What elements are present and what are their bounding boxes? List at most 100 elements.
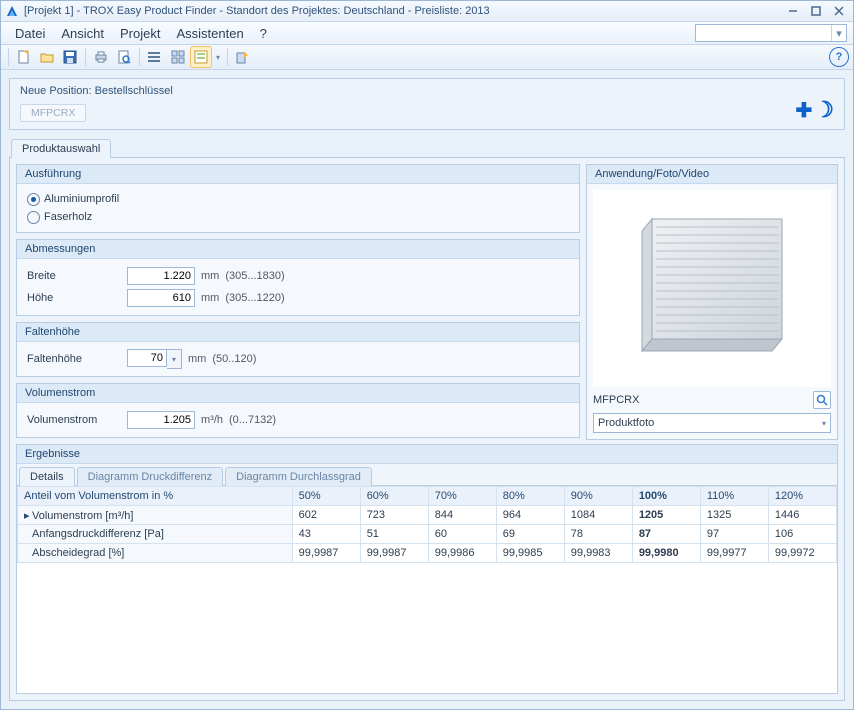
table-header-pct: 110%: [700, 487, 768, 506]
table-header-first: Anteil vom Volumenstrom in %: [18, 487, 293, 506]
fold-input[interactable]: [127, 349, 167, 367]
radio-faserholz[interactable]: Faserholz: [27, 208, 569, 226]
table-cell: 1084: [564, 506, 632, 525]
subtab-details[interactable]: Details: [19, 467, 75, 486]
tool-save[interactable]: [59, 46, 81, 68]
content-area: Neue Position: Bestellschlüssel MFPCRX ✚…: [1, 70, 853, 709]
add-position-button[interactable]: ✚: [796, 98, 813, 123]
maximize-button[interactable]: [806, 3, 826, 19]
menu-help[interactable]: ?: [252, 24, 275, 43]
radio-dot-icon: [27, 211, 40, 224]
table-row: ▸Volumenstrom [m³/h]60272384496410841205…: [18, 506, 837, 525]
table-cell: 1325: [700, 506, 768, 525]
tool-new[interactable]: [13, 46, 35, 68]
table-cell: 106: [768, 525, 836, 544]
radio-aluminium[interactable]: Aluminiumprofil: [27, 190, 569, 208]
group-dimensions-title: Abmessungen: [17, 240, 579, 259]
product-photo: [593, 190, 831, 387]
flow-hint: (0...7132): [229, 414, 276, 426]
table-cell: 1205: [632, 506, 700, 525]
help-icon[interactable]: ?: [829, 47, 849, 67]
preview-caption: MFPCRX: [593, 394, 639, 406]
table-header-pct: 50%: [292, 487, 360, 506]
table-cell: 1446: [768, 506, 836, 525]
product-photo-icon: [632, 209, 792, 369]
table-cell: 99,9987: [292, 544, 360, 563]
position-label: Neue Position: Bestellschlüssel: [20, 85, 834, 97]
group-dimensions: Abmessungen Breite mm (305...1830) Höhe: [16, 239, 580, 316]
menu-file[interactable]: Datei: [7, 24, 53, 43]
table-row: Abscheidegrad [%]99,998799,998799,998699…: [18, 544, 837, 563]
menu-project[interactable]: Projekt: [112, 24, 168, 43]
results-table: Anteil vom Volumenstrom in % 50% 60% 70%…: [17, 486, 837, 563]
width-label: Breite: [27, 270, 127, 282]
results-panel: Ergebnisse Details Diagramm Druckdiffere…: [16, 444, 838, 694]
tool-preview[interactable]: [113, 46, 135, 68]
search-combo-dropdown-icon[interactable]: ▾: [831, 25, 846, 41]
app-logo-icon: [5, 4, 19, 18]
search-combo[interactable]: ▾: [695, 24, 847, 42]
table-cell: 99,9972: [768, 544, 836, 563]
toolbar: ▾ ?: [1, 45, 853, 70]
subtab-diagram-dp[interactable]: Diagramm Druckdifferenz: [77, 467, 224, 486]
fold-hint: (50..120): [212, 353, 256, 365]
minimize-button[interactable]: [783, 3, 803, 19]
table-row: Anfangsdruckdifferenz [Pa]43516069788797…: [18, 525, 837, 544]
tab-body: Ausführung Aluminiumprofil Faserholz: [9, 158, 845, 701]
table-header-pct: 60%: [360, 487, 428, 506]
results-tabstrip: Details Diagramm Druckdifferenz Diagramm…: [17, 464, 837, 486]
titlebar: [Projekt 1] - TROX Easy Product Finder -…: [1, 1, 853, 22]
zoom-button[interactable]: [813, 391, 831, 409]
height-hint: (305...1220): [225, 292, 284, 304]
table-cell: 43: [292, 525, 360, 544]
table-cell: 964: [496, 506, 564, 525]
table-header-pct: 80%: [496, 487, 564, 506]
position-code-chip: MFPCRX: [20, 104, 86, 122]
table-cell: 51: [360, 525, 428, 544]
tool-open[interactable]: [36, 46, 58, 68]
radio-aluminium-label: Aluminiumprofil: [44, 193, 119, 205]
next-position-button[interactable]: ☽: [814, 97, 834, 123]
close-button[interactable]: [829, 3, 849, 19]
magnifier-icon: [816, 394, 828, 406]
fold-unit: mm: [188, 353, 206, 365]
position-panel: Neue Position: Bestellschlüssel MFPCRX ✚…: [9, 78, 845, 130]
width-input[interactable]: [127, 267, 195, 285]
group-flow: Volumenstrom Volumenstrom m³/h (0...7132…: [16, 383, 580, 438]
table-cell: 99,9977: [700, 544, 768, 563]
tool-form-dropdown-icon[interactable]: ▾: [213, 53, 223, 62]
flow-label: Volumenstrom: [27, 414, 127, 426]
fold-dropdown-icon[interactable]: ▾: [167, 349, 182, 369]
preview-media-select[interactable]: Produktfoto ▾: [593, 413, 831, 433]
group-foldheight: Faltenhöhe Faltenhöhe ▾ mm (50..120: [16, 322, 580, 377]
table-cell: 99,9987: [360, 544, 428, 563]
tool-list[interactable]: [144, 46, 166, 68]
table-cell: 69: [496, 525, 564, 544]
table-header-pct: 90%: [564, 487, 632, 506]
table-header-pct: 100%: [632, 487, 700, 506]
row-label: ▸Volumenstrom [m³/h]: [18, 506, 293, 525]
tool-print[interactable]: [90, 46, 112, 68]
preview-media-value: Produktfoto: [598, 417, 654, 429]
table-cell: 99,9983: [564, 544, 632, 563]
tool-export[interactable]: [232, 46, 254, 68]
flow-input[interactable]: [127, 411, 195, 429]
main-tabstrip: Produktauswahl: [9, 138, 845, 158]
table-cell: 844: [428, 506, 496, 525]
height-input[interactable]: [127, 289, 195, 307]
table-header-pct: 120%: [768, 487, 836, 506]
menu-assistants[interactable]: Assistenten: [168, 24, 251, 43]
tool-grid[interactable]: [167, 46, 189, 68]
tab-productselection[interactable]: Produktauswahl: [11, 139, 111, 158]
group-execution-title: Ausführung: [17, 165, 579, 184]
flow-unit: m³/h: [201, 414, 223, 426]
table-cell: 602: [292, 506, 360, 525]
table-cell: 723: [360, 506, 428, 525]
preview-title: Anwendung/Foto/Video: [587, 165, 837, 184]
subtab-diagram-dg[interactable]: Diagramm Durchlassgrad: [225, 467, 372, 486]
results-title: Ergebnisse: [17, 445, 837, 464]
table-cell: 87: [632, 525, 700, 544]
table-cell: 97: [700, 525, 768, 544]
tool-form[interactable]: [190, 46, 212, 68]
menu-view[interactable]: Ansicht: [53, 24, 112, 43]
